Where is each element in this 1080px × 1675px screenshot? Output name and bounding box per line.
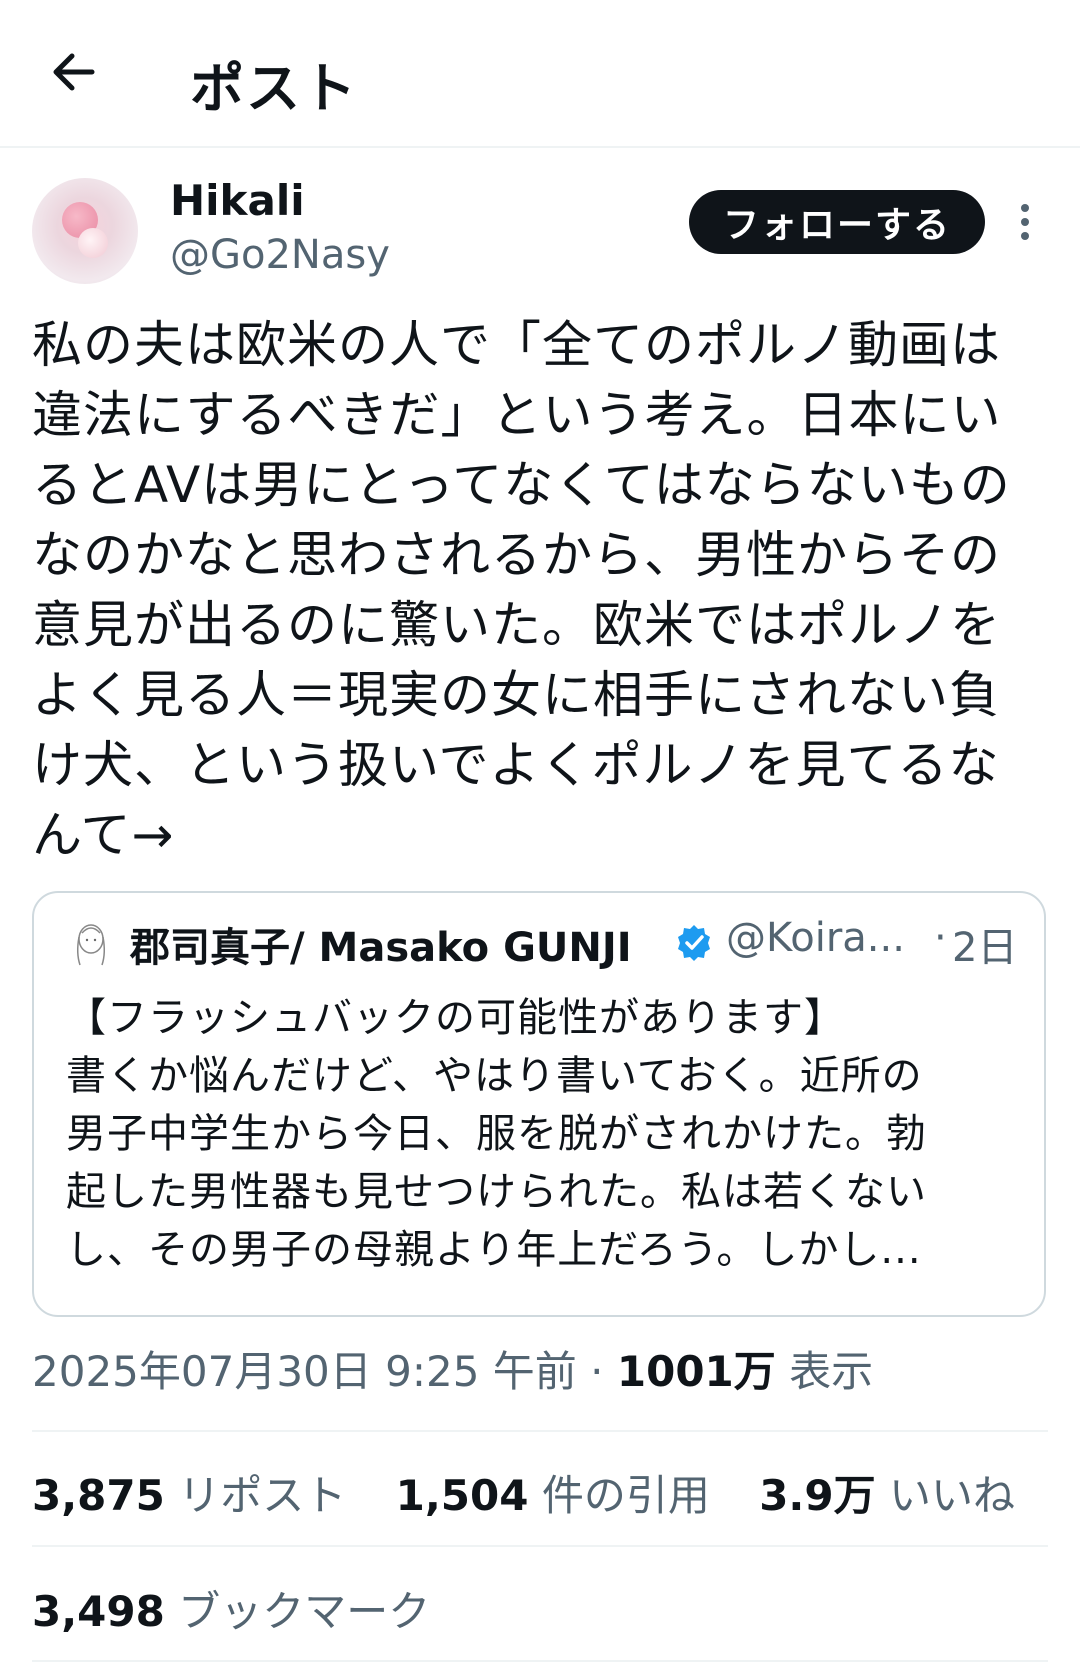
likes-label: いいね [888,1471,1015,1520]
bookmarks-stat[interactable]: 3,498 ブックマーク [32,1578,430,1639]
quotes-stat[interactable]: 1,504 件の引用 [396,1471,724,1520]
quoted-author-name: 郡司真子/ Masako GUNJI [130,925,632,971]
views-count: 1001万 [616,1347,776,1396]
reposts-stat[interactable]: 3,875 リポスト [32,1471,360,1520]
engagement-stats: 3,875 リポスト 1,504 件の引用 3.9万 いいね [32,1462,1051,1523]
separator-dot: · [590,1347,604,1396]
top-bar: ポスト [0,0,1080,148]
reposts-count: 3,875 [32,1471,165,1520]
quote-line: 【フラッシュバックの可能性があります】 [66,995,845,1041]
follow-button[interactable]: フォローする [689,190,985,254]
tweet-line: よく見る人＝現実の女に相手にされない負 [32,666,1000,724]
tweet-text: 私の夫は欧米の人で「全てのポルノ動画は 違法にするべきだ」という考え。日本にい … [32,310,1042,870]
tweet-line: んて→ [32,806,175,864]
bookmarks-label: ブックマーク [178,1587,431,1636]
more-options-icon[interactable] [1010,200,1040,244]
verified-badge-icon [674,923,714,963]
back-arrow-icon[interactable] [46,44,102,100]
tweet-line: 私の夫は欧米の人で「全てのポルノ動画は [32,316,1001,374]
tweet-line: るとAVは男にとってなくてはならないもの [32,456,1011,514]
likes-count: 3.9万 [759,1471,876,1520]
divider [32,1660,1048,1662]
quoted-post-text: 【フラッシュバックの可能性があります】 書くか悩んだけど、やはり書いておく。近所… [66,989,1026,1279]
page-title: ポスト [190,57,358,120]
separator-dot: · [934,915,947,961]
quotes-count: 1,504 [395,1471,529,1520]
quoted-author-avatar [70,919,112,969]
quoted-post-time: 2日 [952,925,1018,971]
tweet-line: 意見が出るのに驚いた。欧米ではポルノを [32,596,1001,654]
bookmarks-count: 3,498 [32,1587,165,1636]
quote-line: 男子中学生から今日、服を脱がされかけた。勃 [66,1111,927,1157]
divider [32,1545,1048,1547]
quoted-post-card[interactable]: 郡司真子/ Masako GUNJI @Koira... · 2日 【フラッシュ… [32,891,1046,1317]
post-timestamp[interactable]: 2025年07月30日 9:25 午前 [32,1347,577,1396]
tweet-line: 違法にするべきだ」という考え。日本にい [32,386,1002,444]
tweet-line: なのかなと思わされるから、男性からその [32,526,1001,584]
views-label: 表示 [789,1347,874,1396]
author-avatar[interactable] [32,178,138,284]
quote-line: 書くか悩んだけど、やはり書いておく。近所の [66,1053,923,1099]
author-handle[interactable]: @Go2Nasy [170,232,390,278]
quoted-author-handle: @Koira... [726,915,905,961]
post-meta: 2025年07月30日 9:25 午前 · 1001万 表示 [32,1338,873,1399]
divider [32,1430,1048,1432]
quote-line: 起した男性器も見せつけられた。私は若くない [66,1169,927,1215]
quotes-label: 件の引用 [541,1471,710,1520]
author-display-name[interactable]: Hikali [170,176,305,225]
quote-line: し、その男子の母親より年上だろう。しかし... [66,1227,922,1273]
likes-stat[interactable]: 3.9万 いいね [759,1471,1015,1520]
reposts-label: リポスト [178,1471,347,1520]
tweet-line: け犬、という扱いでよくポルノを見てるな [32,736,1000,794]
